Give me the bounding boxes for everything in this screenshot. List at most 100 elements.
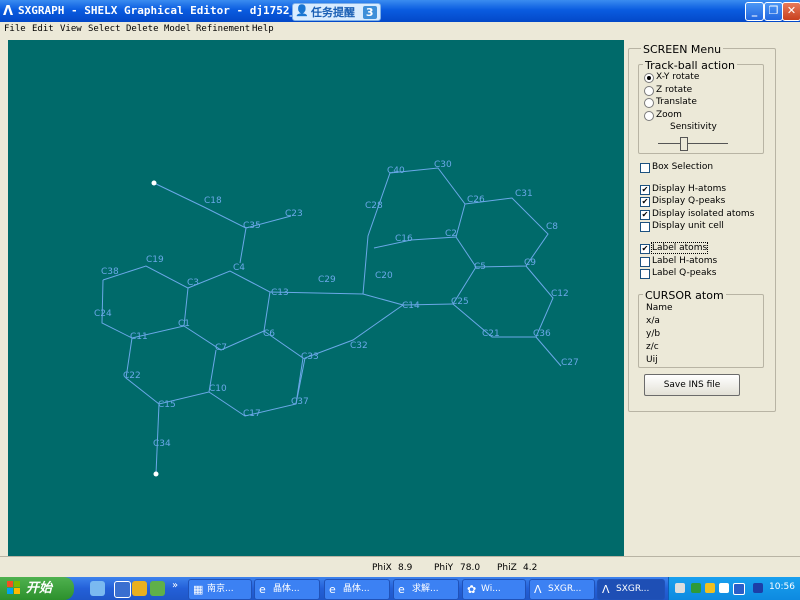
reminder-count: 3 [362, 6, 377, 19]
close-button[interactable]: ✕ [782, 2, 800, 21]
task-qiujie[interactable]: e 求解... [393, 579, 459, 600]
structure-canvas[interactable]: C18 C35 C23 C40 C30 C28 C26 C31 C8 C16 C2 C5 C9 C19 C4… [8, 40, 624, 556]
atom-label-c4[interactable]: C4 [233, 263, 245, 273]
atom-label-c5[interactable]: C5 [474, 262, 486, 272]
minimize-button[interactable]: _ [745, 2, 764, 21]
title-bar: Λ SXGRAPH - SHELX Graphical Editor - dj1… [0, 0, 800, 22]
atom-label-c35[interactable]: C35 [243, 221, 261, 231]
keyboard-icon[interactable] [675, 583, 685, 593]
sensitivity-label: Sensitivity [670, 122, 717, 132]
screen-menu-panel: SCREEN Menu Track-ball action X-Y rotate… [624, 40, 800, 556]
ie-quicklaunch-icon[interactable] [114, 581, 131, 598]
menu-edit[interactable]: Edit [32, 24, 54, 34]
atom-label-c23[interactable]: C23 [285, 209, 303, 219]
atom-label-c24[interactable]: C24 [94, 309, 112, 319]
hydrogen-atom-1[interactable] [153, 471, 159, 477]
slider-thumb[interactable] [680, 137, 689, 151]
atom-label-c33[interactable]: C33 [301, 352, 319, 362]
more-quicklaunch-icon[interactable]: » [172, 580, 178, 591]
trackball-title: Track-ball action [643, 59, 737, 72]
task-wi[interactable]: ✿ Wi... [462, 579, 526, 600]
atom-label-c27[interactable]: C27 [561, 358, 579, 368]
bond-12 [535, 336, 562, 367]
atom-label-c22[interactable]: C22 [123, 371, 141, 381]
start-button[interactable]: 开始 [0, 577, 74, 600]
atom-label-c36[interactable]: C36 [533, 329, 551, 339]
screen-menu-title: SCREEN Menu [641, 43, 724, 56]
atom-label-c17[interactable]: C17 [243, 409, 261, 419]
atom-label-c28[interactable]: C28 [365, 201, 383, 211]
lang-icon[interactable] [733, 583, 745, 595]
task-jingti-2[interactable]: e 晶体... [324, 579, 390, 600]
atom-label-c7[interactable]: C7 [215, 343, 227, 353]
network-icon[interactable] [691, 583, 701, 593]
atom-label-c21[interactable]: C21 [482, 329, 500, 339]
atom-label-c8[interactable]: C8 [546, 222, 558, 232]
clock: 10:56 [769, 582, 795, 592]
menu-file[interactable]: File [4, 24, 26, 34]
task-jingti-1[interactable]: e 晶体... [254, 579, 320, 600]
window-title: SXGRAPH - SHELX Graphical Editor - dj175… [18, 4, 310, 17]
atom-label-c20[interactable]: C20 [375, 271, 393, 281]
windows-flag-icon [7, 581, 20, 594]
status-bar: PhiX 8.9 PhiY 78.0 PhiZ 4.2 [0, 556, 800, 578]
atom-label-c19[interactable]: C19 [146, 255, 164, 265]
atom-label-c14[interactable]: C14 [402, 301, 420, 311]
atom-label-c10[interactable]: C10 [209, 384, 227, 394]
atom-label-c30[interactable]: C30 [434, 160, 452, 170]
atom-label-c6[interactable]: C6 [263, 329, 275, 339]
phix-value: 8.9 [398, 563, 413, 573]
security-icon[interactable] [705, 583, 715, 593]
atom-label-c18[interactable]: C18 [204, 196, 222, 206]
menu-bar: File Edit View Select Delete Model Refin… [0, 22, 800, 37]
reminder-icon: 👤 [295, 4, 309, 17]
atom-label-c11[interactable]: C11 [130, 332, 148, 342]
maximize-button[interactable]: ❐ [764, 2, 783, 21]
task-reminder-badge[interactable]: 👤 任务提醒 3 [292, 3, 381, 21]
atom-label-c16[interactable]: C16 [395, 234, 413, 244]
menu-delete[interactable]: Delete [126, 24, 159, 34]
phiz-value: 4.2 [523, 563, 538, 573]
atom-label-c26[interactable]: C26 [467, 195, 485, 205]
atom-label-c38[interactable]: C38 [101, 267, 119, 277]
atom-label-c34[interactable]: C34 [153, 439, 171, 449]
phiz-label: PhiZ [497, 563, 517, 573]
atom-label-c12[interactable]: C12 [551, 289, 569, 299]
cursor-atom-title: CURSOR atom [643, 289, 726, 302]
hydrogen-atom-0[interactable] [151, 180, 157, 186]
media-quicklaunch-icon[interactable] [132, 581, 147, 596]
atom-label-c2[interactable]: C2 [445, 229, 457, 239]
atom-label-c32[interactable]: C32 [350, 341, 368, 351]
phiy-value: 78.0 [460, 563, 481, 573]
atom-label-c3[interactable]: C3 [187, 278, 199, 288]
menu-refinement[interactable]: Refinement [196, 24, 250, 34]
atom-label-c31[interactable]: C31 [515, 189, 533, 199]
atom-label-c37[interactable]: C37 [291, 397, 309, 407]
system-tray: 10:56 [668, 577, 800, 600]
menu-view[interactable]: View [60, 24, 82, 34]
sensitivity-slider[interactable] [658, 137, 728, 151]
atom-label-c15[interactable]: C15 [158, 400, 176, 410]
atom-label-c25[interactable]: C25 [451, 297, 469, 307]
atom-label-c13[interactable]: C13 [271, 288, 289, 298]
show-desktop-icon[interactable] [90, 581, 105, 596]
atom-label-c9[interactable]: C9 [524, 258, 536, 268]
task-nanjing[interactable]: ▦ 南京... [188, 579, 252, 600]
task-sxgraph-1[interactable]: Λ SXGR... [529, 579, 595, 600]
atom-label-c29[interactable]: C29 [318, 275, 336, 285]
menu-model[interactable]: Model [164, 24, 191, 34]
bluetooth-icon[interactable] [753, 583, 763, 593]
atom-label-c1[interactable]: C1 [178, 319, 190, 329]
slider-track [658, 143, 728, 144]
menu-help[interactable]: Help [252, 24, 274, 34]
menu-select[interactable]: Select [88, 24, 121, 34]
atom-label-c40[interactable]: C40 [387, 166, 405, 176]
phix-label: PhiX [372, 563, 392, 573]
molecule-view[interactable]: C18 C35 C23 C40 C30 C28 C26 C31 C8 C16 C2 C5 C9 C19 C4… [8, 40, 624, 556]
save-ins-button[interactable]: Save INS file [644, 374, 740, 396]
app-quicklaunch-icon[interactable] [150, 581, 165, 596]
volume-icon[interactable] [719, 583, 729, 593]
cursor-xa: x/a [646, 316, 660, 326]
cursor-uij: Uij [646, 355, 658, 365]
task-sxgraph-2[interactable]: Λ SXGR... [597, 579, 665, 600]
